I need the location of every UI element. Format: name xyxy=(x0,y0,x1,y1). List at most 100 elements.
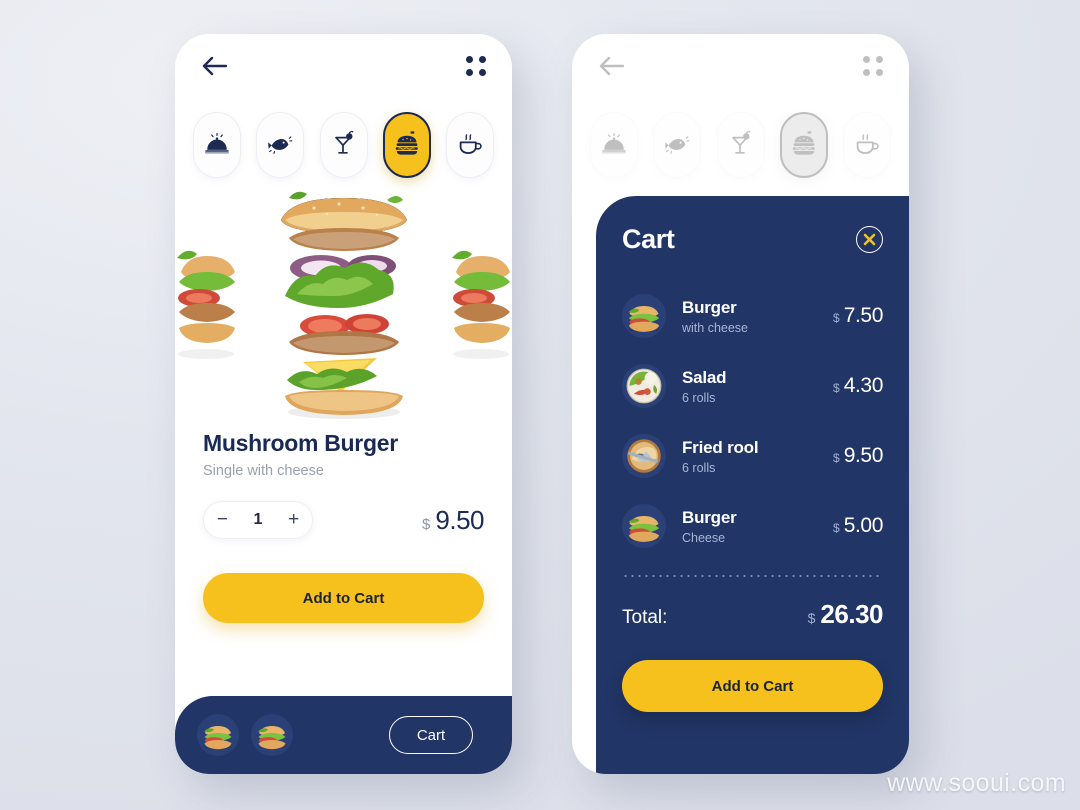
currency-symbol: $ xyxy=(807,610,816,626)
total-divider xyxy=(622,575,883,577)
burger-icon xyxy=(792,130,816,156)
food-dome-icon xyxy=(204,132,230,155)
back-arrow-icon[interactable] xyxy=(201,55,228,77)
product-hero-image xyxy=(175,184,512,424)
dot xyxy=(876,69,883,76)
dot xyxy=(479,56,486,63)
price-value: 4.30 xyxy=(843,374,884,397)
fish-icon xyxy=(267,136,293,154)
cart-item-price: $ 9.50 xyxy=(833,444,883,468)
watermark: www.sooui.com xyxy=(887,769,1066,797)
cart-item-name: Burger xyxy=(682,507,737,527)
quantity-price-row: − 1 + $ 9.50 xyxy=(203,501,484,539)
category-coffee[interactable] xyxy=(446,112,494,178)
cart-item-row[interactable]: Burger with cheese $ 7.50 xyxy=(622,281,883,351)
category-burger[interactable] xyxy=(382,112,431,178)
category-selector xyxy=(175,98,512,178)
quantity-value: 1 xyxy=(253,511,263,528)
cart-add-to-cart-button[interactable]: Add to Cart xyxy=(622,660,883,712)
cart-item-text: Burger with cheese xyxy=(666,298,833,335)
page-title: Mushroom Burger xyxy=(203,430,398,456)
burger-icon xyxy=(395,130,419,156)
cart-item-text: Fried rool 6 rolls xyxy=(666,438,833,475)
detail-topbar xyxy=(175,34,512,98)
cart-item-desc: with cheese xyxy=(682,320,749,335)
cart-item-price: $ 5.00 xyxy=(833,514,883,538)
cart-item-text: Burger Cheese xyxy=(666,508,833,545)
bottom-nav-bar: Cart xyxy=(175,696,512,774)
product-price: $ 9.50 xyxy=(422,505,484,536)
burger-thumb-icon xyxy=(258,726,286,750)
cart-item-name: Burger xyxy=(682,297,737,317)
add-to-cart-button[interactable]: Add to Cart xyxy=(203,573,484,623)
cart-item-row[interactable]: Fried rool 6 rolls $ 9.50 xyxy=(622,421,883,491)
category-dome[interactable] xyxy=(193,112,241,178)
fish-icon xyxy=(664,136,690,154)
back-arrow-icon[interactable] xyxy=(598,55,625,77)
decrement-button[interactable]: − xyxy=(217,509,228,531)
cart-item-thumb xyxy=(622,434,666,478)
cart-item-price: $ 4.30 xyxy=(833,374,883,398)
side-burger-right-image[interactable] xyxy=(448,242,512,362)
cart-button[interactable]: Cart xyxy=(389,716,473,754)
currency-symbol: $ xyxy=(833,381,840,395)
grid-dots-icon[interactable] xyxy=(466,56,486,76)
cocktail-glass-icon xyxy=(334,130,354,154)
category-fish[interactable] xyxy=(256,112,305,178)
currency-symbol: $ xyxy=(422,515,431,533)
cart-item-name: Salad xyxy=(682,367,727,387)
category-dome[interactable] xyxy=(590,112,638,178)
price-value: 9.50 xyxy=(843,444,884,467)
side-burger-left-image[interactable] xyxy=(175,242,239,362)
product-subtitle: Single with cheese xyxy=(203,463,324,479)
cart-item-row[interactable]: Salad 6 rolls $ 4.30 xyxy=(622,351,883,421)
category-burger[interactable] xyxy=(779,112,828,178)
burger-thumb-icon xyxy=(204,726,232,750)
category-drink[interactable] xyxy=(716,112,765,178)
bottom-thumb-2[interactable] xyxy=(251,714,293,756)
burger-thumb-icon xyxy=(628,515,660,542)
price-value: 5.00 xyxy=(843,514,884,537)
cart-item-price: $ 7.50 xyxy=(833,304,883,328)
increment-button[interactable]: + xyxy=(288,509,299,531)
cocktail-glass-icon xyxy=(731,130,751,154)
quantity-stepper[interactable]: − 1 + xyxy=(203,501,313,539)
cart-item-thumb xyxy=(622,504,666,548)
currency-symbol: $ xyxy=(833,521,840,535)
close-cart-button[interactable] xyxy=(856,226,883,253)
phone-screen-cart: Cart Burger with cheese $ 7.50 Salad 6 r… xyxy=(572,34,909,774)
dot xyxy=(479,69,486,76)
dot xyxy=(466,69,473,76)
cart-item-thumb xyxy=(622,294,666,338)
cart-item-row[interactable]: Burger Cheese $ 5.00 xyxy=(622,491,883,561)
exploded-burger-photo xyxy=(280,191,407,419)
grid-dots-icon[interactable] xyxy=(863,56,883,76)
dot xyxy=(876,56,883,63)
dot xyxy=(863,56,870,63)
cart-item-text: Salad 6 rolls xyxy=(666,368,833,405)
total-row: Total: $ 26.30 xyxy=(622,599,883,630)
product-info: Mushroom Burger Single with cheese − 1 +… xyxy=(175,424,512,539)
dot xyxy=(863,69,870,76)
cart-item-desc: 6 rolls xyxy=(682,390,716,405)
category-fish[interactable] xyxy=(653,112,702,178)
friedroll-thumb-icon xyxy=(627,439,661,473)
cart-header: Cart xyxy=(622,224,883,255)
cart-item-desc: Cheese xyxy=(682,530,726,545)
close-x-icon xyxy=(863,233,876,246)
coffee-cup-icon xyxy=(459,134,482,154)
bottom-thumb-1[interactable] xyxy=(197,714,239,756)
cart-items-list: Burger with cheese $ 7.50 Salad 6 rolls … xyxy=(622,281,883,561)
currency-symbol: $ xyxy=(833,311,840,325)
total-label: Total: xyxy=(622,607,668,628)
salad-thumb-icon xyxy=(626,368,662,404)
category-coffee[interactable] xyxy=(843,112,891,178)
cart-item-name: Fried rool xyxy=(682,437,759,457)
cart-item-thumb xyxy=(622,364,666,408)
cart-item-desc: 6 rolls xyxy=(682,460,716,475)
cart-title: Cart xyxy=(622,224,675,254)
price-value: 7.50 xyxy=(843,304,884,327)
dot xyxy=(466,56,473,63)
category-drink[interactable] xyxy=(319,112,368,178)
total-amount: 26.30 xyxy=(820,599,883,629)
